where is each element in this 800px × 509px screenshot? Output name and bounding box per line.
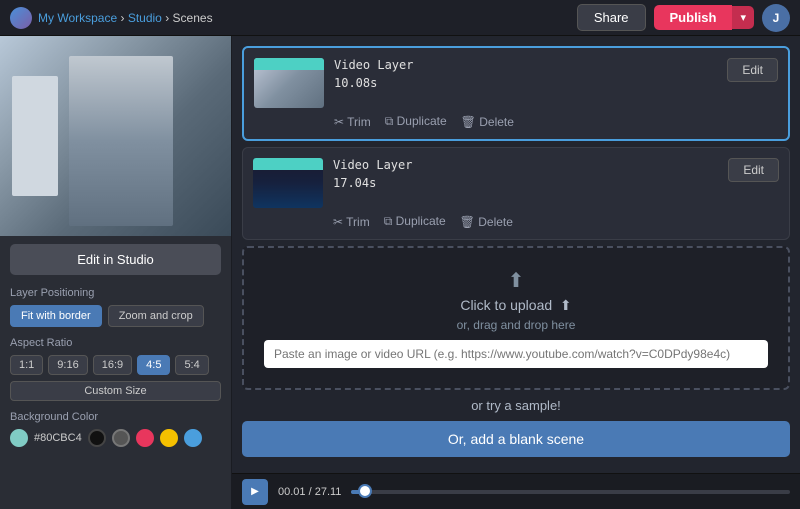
total-time: 27.11 — [315, 486, 342, 498]
color-red[interactable] — [136, 429, 154, 447]
color-gray[interactable] — [112, 429, 130, 447]
color-blue[interactable] — [184, 429, 202, 447]
aspect-ratio-row: 1:1 9:16 16:9 4:5 5:4 — [0, 353, 231, 381]
share-button[interactable]: Share — [577, 4, 646, 31]
drag-drop-text: or, drag and drop here — [264, 318, 768, 332]
custom-size-button[interactable]: Custom Size — [10, 381, 221, 401]
duplicate-action-1[interactable]: ⧉ Duplicate — [385, 114, 447, 129]
video-card-1: Video Layer 10.08s Edit ✂ Trim ⧉ Duplica… — [242, 46, 790, 141]
breadcrumb-sep1: › — [120, 11, 127, 25]
edit-in-studio-button[interactable]: Edit in Studio — [10, 244, 221, 275]
video-title-2: Video Layer — [333, 158, 718, 172]
video-title-1: Video Layer — [334, 58, 717, 72]
current-time: 00.01 — [278, 486, 306, 498]
upload-zone[interactable]: ⬆ Click to upload ⬆ or, drag and drop he… — [242, 246, 790, 390]
trim-action-1[interactable]: ✂ Trim — [334, 114, 371, 129]
video-duration-2: 17.04s — [333, 176, 718, 190]
publish-button[interactable]: Publish — [654, 5, 733, 30]
add-blank-scene-button[interactable]: Or, add a blank scene — [242, 421, 790, 457]
ar-9-16[interactable]: 9:16 — [48, 355, 87, 375]
left-panel: Edit in Studio Layer Positioning Fit wit… — [0, 36, 232, 509]
ar-16-9[interactable]: 16:9 — [93, 355, 132, 375]
ar-4-5[interactable]: 4:5 — [137, 355, 170, 375]
or-sample-text: or try a sample! — [242, 398, 790, 413]
upload-icon: ⬆ — [264, 268, 768, 293]
topbar-left: My Workspace › Studio › Scenes — [10, 7, 213, 29]
edit-button-2[interactable]: Edit — [728, 158, 779, 182]
delete-action-1[interactable]: 🗑 Delete — [461, 114, 514, 129]
bg-color-row: #80CBC4 — [0, 427, 231, 449]
timeline-bar: ▶ 00.01 / 27.11 — [232, 473, 800, 509]
topbar-right: Share Publish ▾ J — [577, 4, 790, 32]
video-card-2: Video Layer 17.04s Edit ✂ Trim ⧉ Duplica… — [242, 147, 790, 240]
time-display: 00.01 / 27.11 — [278, 486, 341, 498]
color-black[interactable] — [88, 429, 106, 447]
duplicate-action-2[interactable]: ⧉ Duplicate — [384, 214, 446, 229]
breadcrumb: My Workspace › Studio › Scenes — [38, 11, 213, 25]
breadcrumb-sep2: › — [165, 11, 172, 25]
zoom-and-crop-button[interactable]: Zoom and crop — [108, 305, 204, 327]
thumb1-teal — [254, 58, 324, 70]
thumb2-teal — [253, 158, 323, 170]
ar-1-1[interactable]: 1:1 — [10, 355, 43, 375]
video-thumb-1 — [254, 58, 324, 108]
trim-action-2[interactable]: ✂ Trim — [333, 214, 370, 229]
preview-area — [0, 36, 231, 236]
ar-5-4[interactable]: 5:4 — [175, 355, 208, 375]
publish-dropdown-button[interactable]: ▾ — [732, 6, 754, 29]
bg-color-hex: #80CBC4 — [34, 432, 82, 444]
video-thumb-2 — [253, 158, 323, 208]
url-input[interactable] — [264, 340, 768, 368]
layer-positioning-buttons: Fit with border Zoom and crop — [0, 303, 231, 333]
layer-positioning-label: Layer Positioning — [0, 283, 231, 303]
upload-text: Click to upload ⬆ — [264, 297, 768, 314]
main-layout: Edit in Studio Layer Positioning Fit wit… — [0, 36, 800, 509]
breadcrumb-workspace[interactable]: My Workspace — [38, 11, 117, 25]
breadcrumb-scenes: Scenes — [173, 11, 213, 25]
click-to-upload-label[interactable]: Click to upload — [460, 297, 552, 313]
avatar[interactable]: J — [762, 4, 790, 32]
breadcrumb-studio[interactable]: Studio — [128, 11, 162, 25]
aspect-ratio-label: Aspect Ratio — [0, 333, 231, 353]
fit-with-border-button[interactable]: Fit with border — [10, 305, 102, 327]
right-panel: Video Layer 10.08s Edit ✂ Trim ⧉ Duplica… — [232, 36, 800, 509]
preview-image — [0, 36, 231, 236]
color-yellow[interactable] — [160, 429, 178, 447]
play-button[interactable]: ▶ — [242, 479, 268, 505]
publish-group: Publish ▾ — [654, 5, 754, 30]
edit-button-1[interactable]: Edit — [727, 58, 778, 82]
card-top-1: Video Layer 10.08s Edit — [254, 58, 778, 108]
color-teal[interactable] — [10, 429, 28, 447]
card-actions-2: ✂ Trim ⧉ Duplicate 🗑 Delete — [253, 214, 779, 229]
card-actions-1: ✂ Trim ⧉ Duplicate 🗑 Delete — [254, 114, 778, 129]
card-info-2: Video Layer 17.04s — [333, 158, 718, 190]
background-color-label: Background Color — [0, 407, 231, 427]
workspace-logo — [10, 7, 32, 29]
delete-action-2[interactable]: 🗑 Delete — [460, 214, 513, 229]
card-info-1: Video Layer 10.08s — [334, 58, 717, 90]
topbar: My Workspace › Studio › Scenes Share Pub… — [0, 0, 800, 36]
video-duration-1: 10.08s — [334, 76, 717, 90]
timeline-thumb[interactable] — [358, 484, 372, 498]
card-top-2: Video Layer 17.04s Edit — [253, 158, 779, 208]
timeline-track[interactable] — [351, 490, 790, 494]
